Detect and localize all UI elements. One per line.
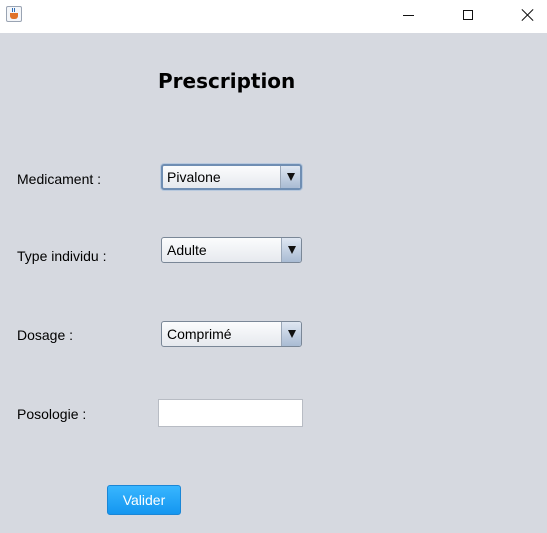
form-panel: Prescription Medicament : Pivalone Type … <box>0 33 547 533</box>
dosage-selected-value: Comprimé <box>167 326 232 342</box>
triangle-down-icon <box>286 173 295 181</box>
type-individu-dropdown-button[interactable] <box>281 238 301 262</box>
type-individu-label: Type individu : <box>17 248 107 264</box>
type-individu-select[interactable]: Adulte <box>161 237 302 263</box>
close-icon <box>521 8 535 22</box>
medicament-label: Medicament : <box>17 171 102 187</box>
triangle-down-icon <box>287 330 296 338</box>
minimize-icon <box>402 14 414 16</box>
maximize-icon <box>463 10 473 20</box>
medicament-select[interactable]: Pivalone <box>161 164 302 190</box>
close-button[interactable] <box>505 0 547 30</box>
dosage-select[interactable]: Comprimé <box>161 321 302 347</box>
minimize-button[interactable] <box>385 0 431 30</box>
medicament-selected-value: Pivalone <box>167 169 221 185</box>
type-individu-selected-value: Adulte <box>167 242 207 258</box>
cup-shape <box>10 13 18 19</box>
dosage-label: Dosage : <box>17 327 74 343</box>
maximize-button[interactable] <box>445 0 491 30</box>
java-coffee-cup-icon[interactable] <box>6 6 22 22</box>
title-bar <box>0 0 547 32</box>
valider-button[interactable]: Valider <box>107 485 181 515</box>
steam-shape <box>12 8 15 12</box>
posologie-label: Posologie : <box>17 406 87 422</box>
dosage-dropdown-button[interactable] <box>281 322 301 346</box>
page-title: Prescription <box>158 69 296 93</box>
app-window: Prescription Medicament : Pivalone Type … <box>0 0 547 533</box>
medicament-dropdown-button[interactable] <box>280 166 300 188</box>
triangle-down-icon <box>287 246 296 254</box>
posologie-input[interactable] <box>158 399 303 427</box>
